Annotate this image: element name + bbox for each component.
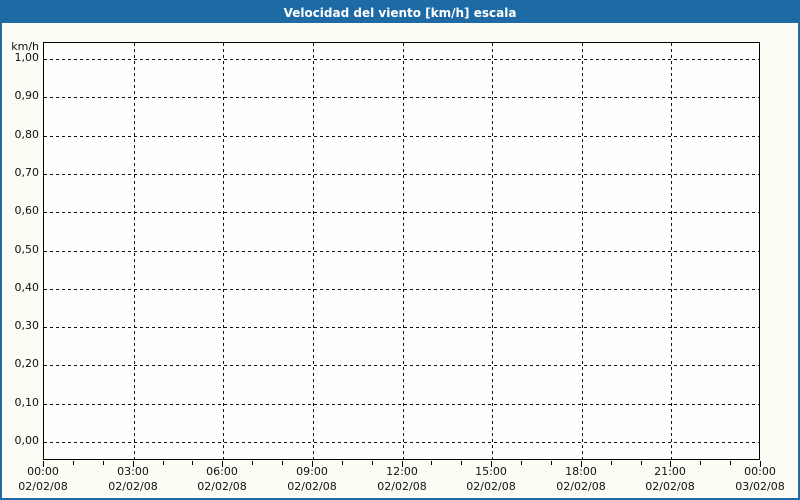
chart-window: Velocidad del viento [km/h] escala km/h …	[0, 0, 800, 500]
y-axis-label: 0,80	[14, 128, 40, 141]
x-axis-labels: 00:00 02/02/08 03:00 02/02/08 06:00 02/02/08 0…	[18, 2, 784, 498]
y-axis-label: 0,10	[14, 396, 40, 409]
x-axis-date-label: 02/02/08	[197, 480, 247, 493]
y-axis-label: 1,00	[14, 51, 40, 64]
x-axis-time-label: 03:00	[117, 465, 149, 478]
x-axis-date-label: 02/02/08	[645, 480, 695, 493]
y-axis-labels: 1,00 0,90 0,80 0,70 0,60 0,50 0,40 0,30 0,20 0,10…	[2, 42, 40, 460]
x-axis-time-label: 15:00	[475, 465, 507, 478]
x-axis-time-label: 06:00	[206, 465, 238, 478]
x-axis-time-label: 12:00	[386, 465, 418, 478]
x-axis-time-label: 00:00	[744, 465, 776, 478]
x-axis-time-label: 18:00	[565, 465, 597, 478]
x-axis-date-label: 03/02/08	[735, 480, 785, 493]
x-axis-date-label: 02/02/08	[108, 480, 158, 493]
y-axis-label: 0,40	[14, 281, 40, 294]
y-axis-label: 0,90	[14, 89, 40, 102]
y-axis-label: 0,00	[14, 434, 40, 447]
x-axis-time-label: 21:00	[654, 465, 686, 478]
y-axis-label: 0,20	[14, 357, 40, 370]
x-axis-time-label: 09:00	[296, 465, 328, 478]
y-axis-label: 0,70	[14, 166, 40, 179]
x-axis-time-label: 00:00	[27, 465, 59, 478]
y-axis-label: 0,30	[14, 319, 40, 332]
y-axis-label: 0,50	[14, 243, 40, 256]
x-axis-date-label: 02/02/08	[377, 480, 427, 493]
x-axis-date-label: 02/02/08	[466, 480, 516, 493]
x-axis-date-label: 02/02/08	[287, 480, 337, 493]
y-axis-label: 0,60	[14, 204, 40, 217]
x-axis-date-label: 02/02/08	[18, 480, 68, 493]
x-axis-date-label: 02/02/08	[556, 480, 606, 493]
